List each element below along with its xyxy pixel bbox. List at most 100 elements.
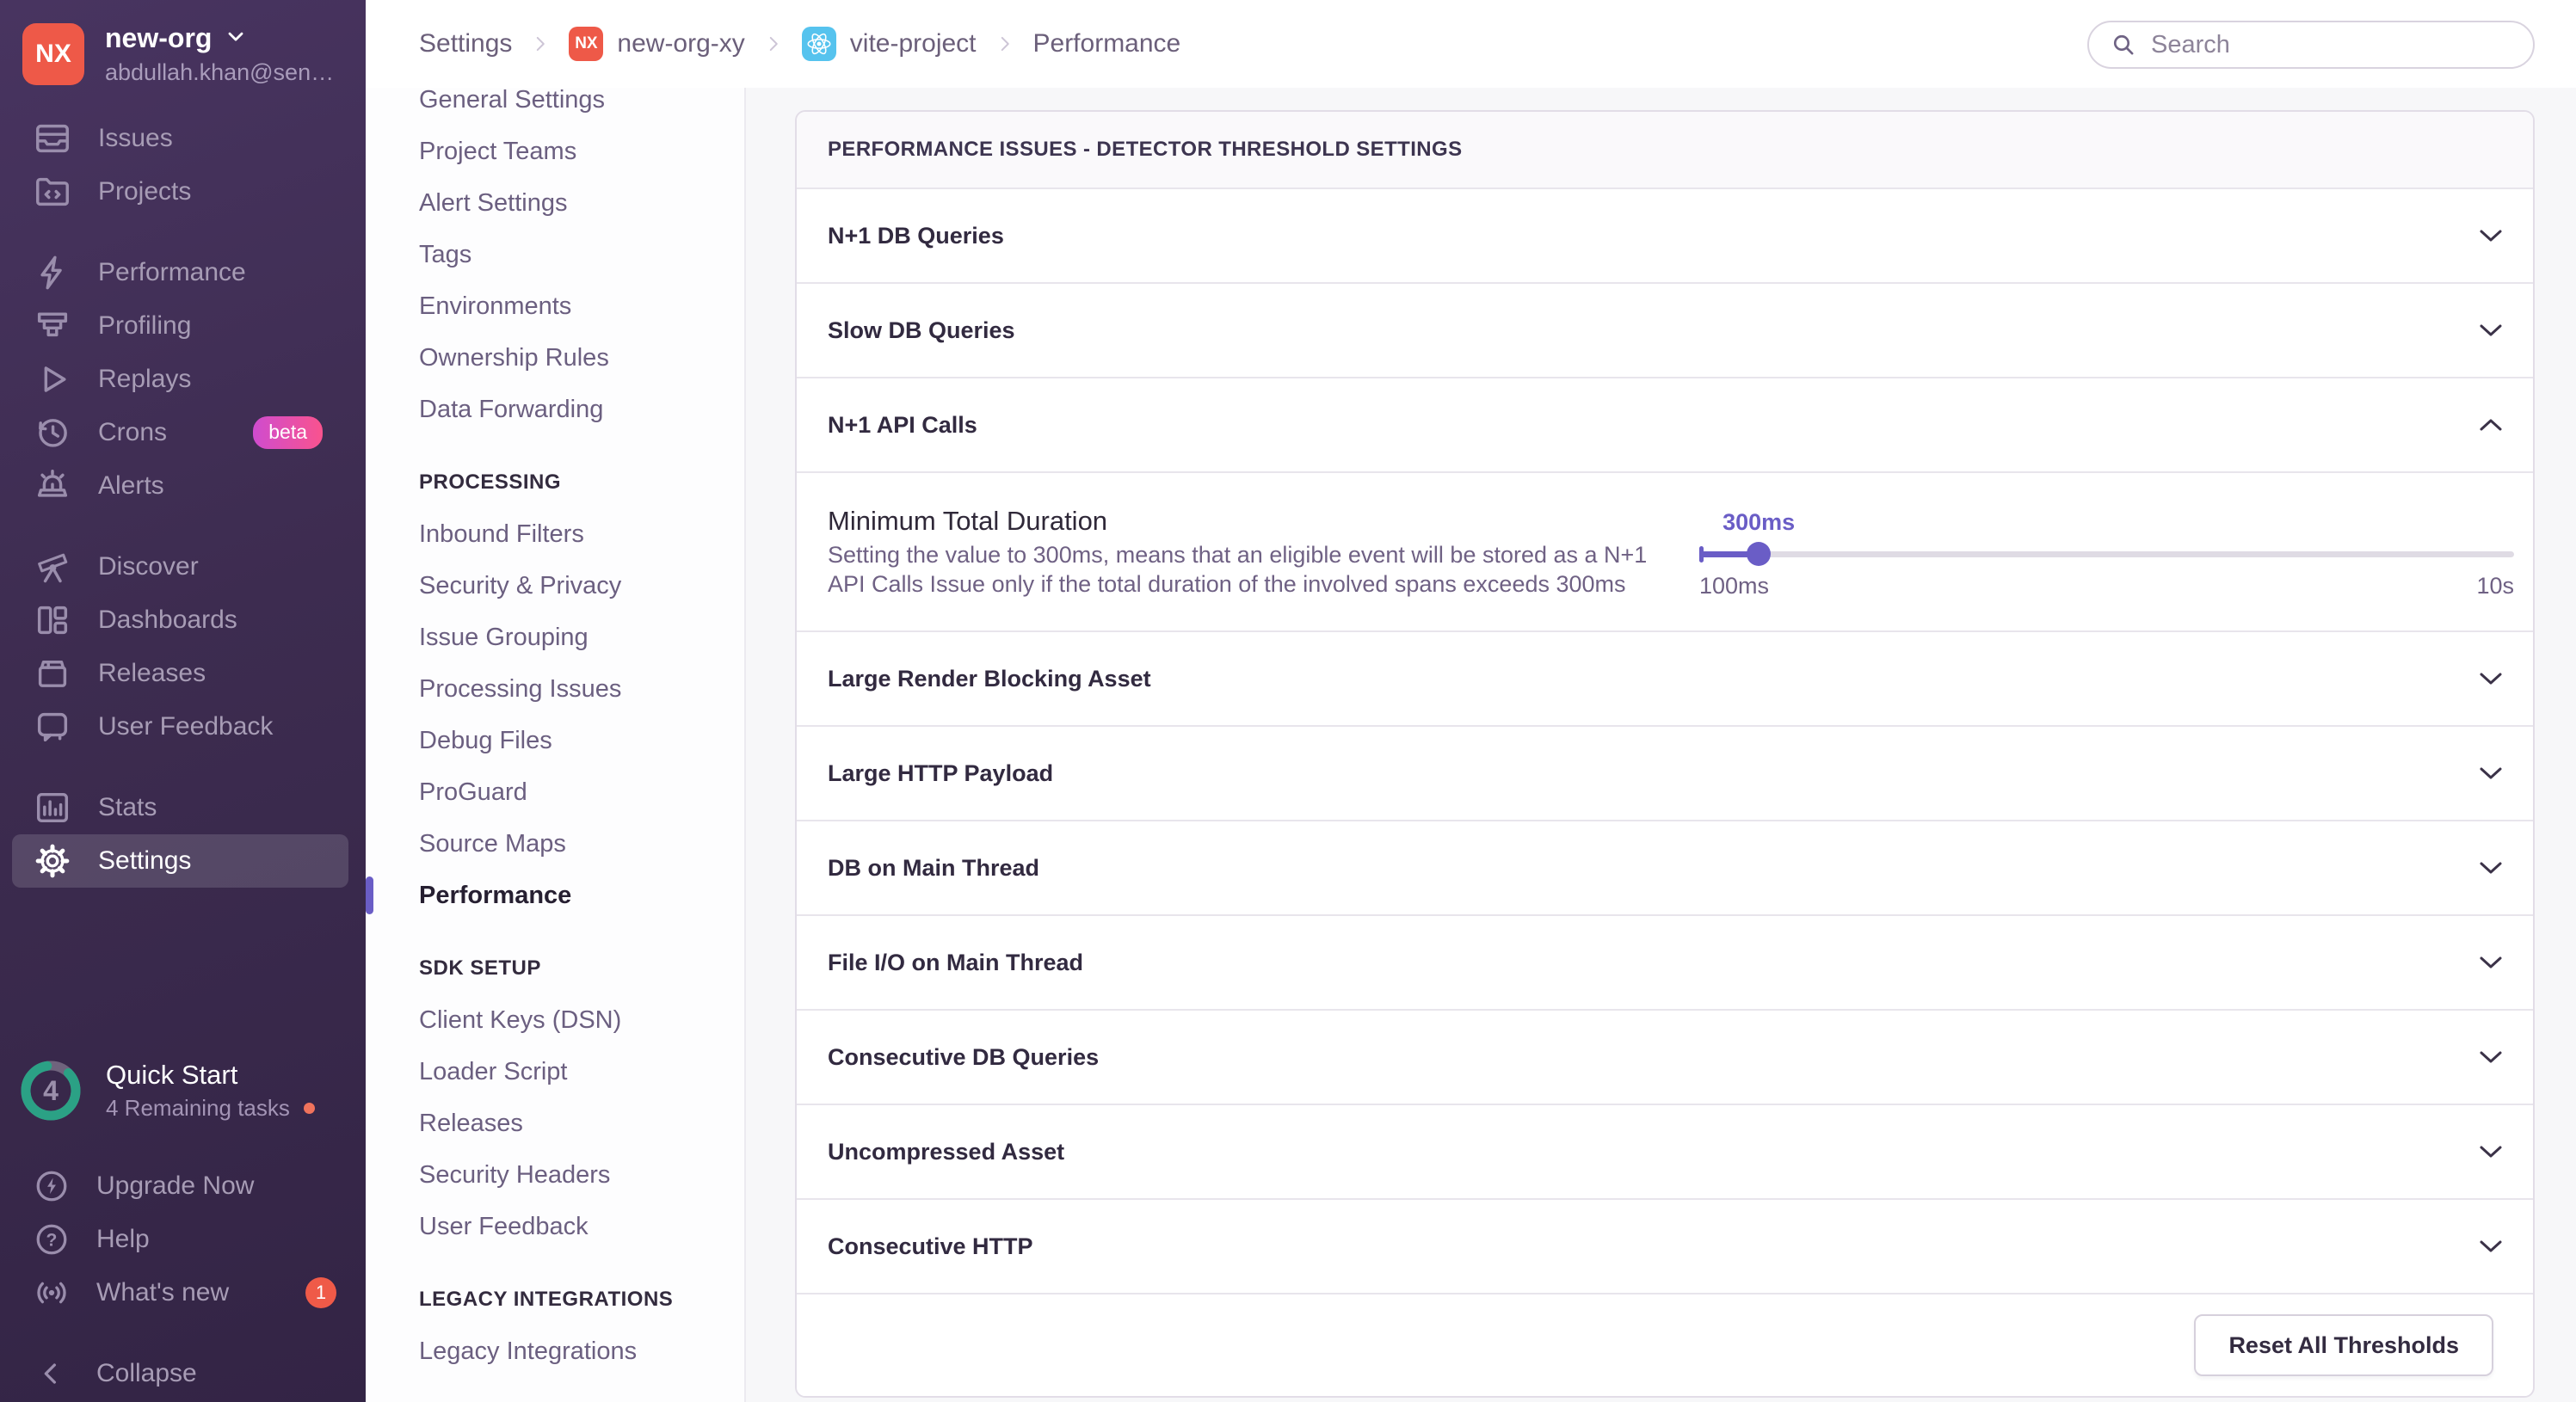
sidebar-item-help[interactable]: ? Help bbox=[0, 1213, 366, 1266]
panel-footer: Reset All Thresholds bbox=[797, 1294, 2533, 1396]
detector-row-n-1-db-queries[interactable]: N+1 DB Queries bbox=[797, 189, 2533, 284]
slider-track[interactable] bbox=[1699, 542, 2514, 566]
snav-item-client-keys-dsn[interactable]: Client Keys (DSN) bbox=[366, 994, 744, 1046]
progress-ring-icon: 4 bbox=[18, 1058, 83, 1123]
snav-item-security-headers[interactable]: Security Headers bbox=[366, 1149, 744, 1201]
beta-badge: beta bbox=[253, 416, 323, 449]
sidebar-item-label: Issues bbox=[98, 124, 173, 152]
sidebar-item-crons[interactable]: Crons beta bbox=[12, 406, 348, 459]
chevron-down-icon bbox=[224, 24, 248, 52]
snav-item-source-maps[interactable]: Source Maps bbox=[366, 818, 744, 870]
snav-section-header: PROCESSING bbox=[419, 470, 562, 494]
chevron-right-sep-icon bbox=[762, 33, 785, 55]
sidebar-item-upgrade-now[interactable]: Upgrade Now bbox=[0, 1159, 366, 1213]
svg-text:?: ? bbox=[46, 1230, 58, 1250]
snav-item-label: Releases bbox=[419, 1109, 523, 1137]
snav-item-alert-settings[interactable]: Alert Settings bbox=[366, 177, 744, 229]
sidebar-collapse-button[interactable]: Collapse bbox=[0, 1347, 366, 1400]
reset-all-thresholds-button[interactable]: Reset All Thresholds bbox=[2194, 1314, 2493, 1376]
settings-secondary-nav: General Settings Project Teams Alert Setti… bbox=[366, 0, 746, 1402]
sidebar-item-replays[interactable]: Replays bbox=[12, 353, 348, 406]
search-box[interactable] bbox=[2087, 21, 2535, 69]
quick-start-subtitle: 4 Remaining tasks bbox=[106, 1095, 315, 1122]
detector-row-file-i-o-on-main-thread[interactable]: File I/O on Main Thread bbox=[797, 916, 2533, 1011]
sidebar-item-label: Help bbox=[96, 1225, 150, 1253]
sidebar-item-label: Stats bbox=[98, 793, 157, 821]
alerts-icon bbox=[33, 466, 72, 506]
chevron-down-icon bbox=[2478, 670, 2504, 687]
sidebar-item-what-s-new[interactable]: What's new 1 bbox=[0, 1266, 366, 1319]
detector-row-db-on-main-thread[interactable]: DB on Main Thread bbox=[797, 821, 2533, 916]
slider-handle[interactable] bbox=[1747, 542, 1772, 566]
breadcrumb-label: vite-project bbox=[849, 29, 977, 58]
chevron-left-icon bbox=[33, 1355, 71, 1393]
snav-item-inbound-filters[interactable]: Inbound Filters bbox=[366, 508, 744, 560]
breadcrumb-item-vite-project[interactable]: vite-project bbox=[801, 27, 977, 61]
slider-min-label: 100ms bbox=[1699, 573, 1770, 599]
detector-row-large-render-blocking-asset[interactable]: Large Render Blocking Asset bbox=[797, 632, 2533, 727]
sidebar-item-issues[interactable]: Issues bbox=[12, 112, 348, 165]
sidebar-item-stats[interactable]: Stats bbox=[12, 781, 348, 834]
sidebar-item-performance[interactable]: Performance bbox=[12, 246, 348, 299]
breadcrumb-item-settings[interactable]: Settings bbox=[419, 29, 512, 58]
notification-dot bbox=[303, 1103, 315, 1114]
snav-item-project-teams[interactable]: Project Teams bbox=[366, 126, 744, 177]
sidebar-item-user-feedback[interactable]: User Feedback bbox=[12, 700, 348, 753]
chevron-down-icon bbox=[2478, 765, 2504, 782]
detector-list: N+1 DB Queries Slow DB Queries N+1 API Cal… bbox=[797, 189, 2533, 1294]
chevron-down-icon bbox=[2478, 1048, 2504, 1066]
snav-section-header: SDK SETUP bbox=[419, 956, 541, 980]
breadcrumb-item-performance[interactable]: Performance bbox=[1033, 29, 1181, 58]
snav-item-issue-grouping[interactable]: Issue Grouping bbox=[366, 612, 744, 663]
sidebar-item-alerts[interactable]: Alerts bbox=[12, 459, 348, 513]
nav-group-spacer bbox=[0, 513, 366, 540]
org-switcher[interactable]: NX new-org abdullah.khan@sen… bbox=[0, 0, 366, 86]
snav-item-releases[interactable]: Releases bbox=[366, 1098, 744, 1149]
sidebar-item-settings[interactable]: Settings bbox=[12, 834, 348, 888]
snav-item-tags[interactable]: Tags bbox=[366, 229, 744, 280]
chevron-down-icon bbox=[2478, 1143, 2504, 1160]
replays-icon bbox=[33, 360, 72, 399]
sidebar-bottom: 4 Quick Start 4 Remaining tasks Upgrade … bbox=[0, 1046, 366, 1402]
threshold-slider: 300ms 100ms 10s bbox=[1699, 473, 2514, 630]
profiling-icon bbox=[33, 306, 72, 346]
snav-item-ownership-rules[interactable]: Ownership Rules bbox=[366, 332, 744, 384]
chevron-down-icon bbox=[2478, 227, 2504, 244]
sidebar-item-releases[interactable]: Releases bbox=[12, 647, 348, 700]
detector-row-n-1-api-calls[interactable]: N+1 API Calls bbox=[797, 378, 2533, 473]
sidebar-item-profiling[interactable]: Profiling bbox=[12, 299, 348, 353]
breadcrumb-item-new-org-xy[interactable]: NX new-org-xy bbox=[569, 27, 745, 61]
performance-icon bbox=[33, 253, 72, 292]
snav-item-user-feedback[interactable]: User Feedback bbox=[366, 1201, 744, 1252]
detector-row-slow-db-queries[interactable]: Slow DB Queries bbox=[797, 284, 2533, 378]
sidebar-item-discover[interactable]: Discover bbox=[12, 540, 348, 593]
snav-item-data-forwarding[interactable]: Data Forwarding bbox=[366, 384, 744, 435]
sidebar-item-label: Projects bbox=[98, 177, 192, 206]
snav-item-legacy-integrations[interactable]: Legacy Integrations bbox=[366, 1325, 744, 1377]
detector-row-consecutive-http[interactable]: Consecutive HTTP bbox=[797, 1200, 2533, 1294]
sidebar-item-label: Alerts bbox=[98, 471, 164, 500]
whats-new-icon bbox=[33, 1274, 71, 1312]
detector-row-consecutive-db-queries[interactable]: Consecutive DB Queries bbox=[797, 1011, 2533, 1105]
snav-item-proguard[interactable]: ProGuard bbox=[366, 766, 744, 818]
snav-item-security-privacy[interactable]: Security & Privacy bbox=[366, 560, 744, 612]
org-meta: new-org abdullah.khan@sen… bbox=[105, 22, 334, 86]
threshold-description: Setting the value to 300ms, means that a… bbox=[828, 542, 1648, 597]
quick-start-title: Quick Start bbox=[106, 1060, 238, 1090]
snav-item-environments[interactable]: Environments bbox=[366, 280, 744, 332]
sidebar-item-label: Discover bbox=[98, 552, 199, 581]
slider-max-label: 10s bbox=[2476, 573, 2514, 599]
quick-start-item[interactable]: 4 Quick Start 4 Remaining tasks bbox=[0, 1046, 366, 1135]
sidebar-item-dashboards[interactable]: Dashboards bbox=[12, 593, 348, 647]
search-input[interactable] bbox=[2151, 30, 2512, 59]
snav-item-processing-issues[interactable]: Processing Issues bbox=[366, 663, 744, 715]
breadcrumb-label: Performance bbox=[1032, 29, 1181, 58]
snav-item-loader-script[interactable]: Loader Script bbox=[366, 1046, 744, 1098]
snav-item-debug-files[interactable]: Debug Files bbox=[366, 715, 744, 766]
sidebar-item-label: Crons bbox=[98, 418, 168, 446]
detector-row-large-http-payload[interactable]: Large HTTP Payload bbox=[797, 727, 2533, 821]
detector-row-uncompressed-asset[interactable]: Uncompressed Asset bbox=[797, 1105, 2533, 1200]
snav-item-performance[interactable]: Performance bbox=[366, 870, 744, 921]
sidebar-item-projects[interactable]: Projects bbox=[12, 165, 348, 218]
discover-icon bbox=[33, 547, 72, 587]
